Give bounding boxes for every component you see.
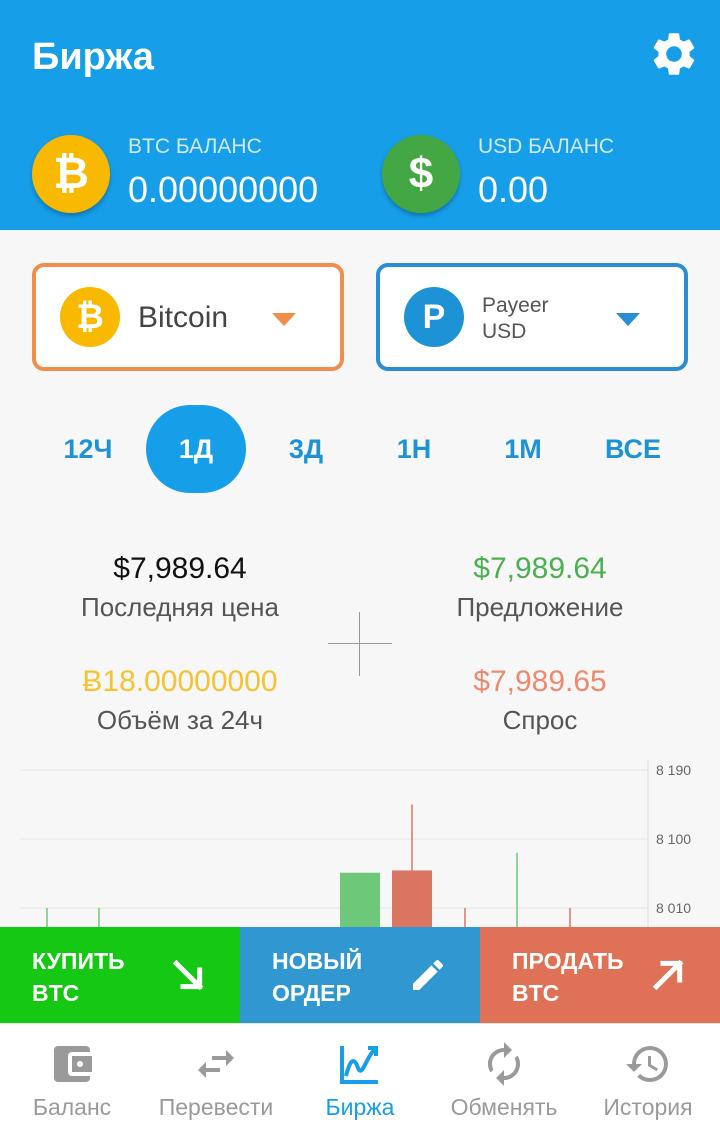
- exchange-icon: [488, 1042, 520, 1086]
- tab-12h[interactable]: 12Ч: [40, 405, 136, 493]
- dollar-icon: $: [382, 135, 460, 213]
- chart-grid: [20, 760, 649, 930]
- chart-y-tick-label: 8 010: [656, 900, 691, 916]
- candle-body: [392, 870, 432, 930]
- chart-y-tick-label: 8 100: [656, 831, 691, 847]
- nav-item-transfer[interactable]: Перевести: [144, 1024, 288, 1135]
- arrow-up-right-icon: [652, 959, 684, 991]
- bitcoin-icon: ₿: [32, 135, 110, 213]
- period-tabs: 12Ч 1Д 3Д 1Н 1М ВСЕ: [0, 405, 720, 497]
- quote-currency-code: USD: [482, 320, 527, 343]
- ask-value: $7,989.65: [473, 665, 607, 698]
- volume-label: Объём за 24ч: [96, 705, 264, 735]
- app-header: Биржа ₿ BTC БАЛАНС 0.00000000 $ USD БАЛА…: [0, 0, 720, 230]
- tab-3d[interactable]: 3Д: [258, 405, 354, 493]
- quote-currency-name: Payeer: [482, 294, 549, 317]
- payeer-icon: P: [404, 287, 464, 347]
- base-currency-label: Bitcoin: [138, 301, 229, 334]
- volume-stat: Ƀ18.00000000 Объём за 24ч: [0, 665, 360, 736]
- nav-label-transfer: Перевести: [158, 1094, 274, 1120]
- new-order-button[interactable]: НОВЫЙ ОРДЕР: [240, 927, 480, 1023]
- ask-stat: $7,989.65 Спрос: [360, 665, 720, 736]
- quote-currency-selector[interactable]: P Payeer USD: [376, 263, 688, 371]
- chart-candle: [340, 872, 380, 930]
- btc-balance-value: 0.00000000: [128, 169, 319, 210]
- tab-1w[interactable]: 1Н: [366, 405, 462, 493]
- arrow-down-right-icon: [172, 959, 204, 991]
- tab-1m[interactable]: 1М: [475, 405, 571, 493]
- chart-y-tick-label: 8 190: [656, 762, 691, 778]
- tab-1d[interactable]: 1Д: [146, 405, 246, 493]
- history-icon: [626, 1046, 668, 1082]
- bid-label: Предложение: [456, 592, 624, 622]
- usd-balance-value: 0.00: [478, 169, 549, 210]
- quote-currency-label: Payeer USD: [482, 293, 549, 345]
- sell-btc-button[interactable]: ПРОДАТЬ BTC: [480, 927, 720, 1023]
- buy-btc-button[interactable]: КУПИТЬ BTC: [0, 927, 240, 1023]
- chevron-down-icon: [616, 313, 640, 326]
- nav-item-history[interactable]: История: [576, 1024, 720, 1135]
- ask-label: Спрос: [502, 705, 578, 735]
- last-price-stat: $7,989.64 Последняя цена: [0, 552, 360, 623]
- btc-balance-label: BTC БАЛАНС: [128, 135, 262, 158]
- action-bar: КУПИТЬ BTC НОВЫЙ ОРДЕР ПРОДАТЬ BTC: [0, 927, 720, 1023]
- bitcoin-icon: ₿: [60, 287, 120, 347]
- bottom-navigation: Баланс Перевести Биржа Обменять История: [0, 1023, 720, 1135]
- crosshair-icon: [328, 643, 392, 644]
- chart-candle: [392, 804, 432, 930]
- chart-y-axis: 8 190 8 100 8 010: [656, 762, 691, 916]
- sell-btc-label: ПРОДАТЬ BTC: [512, 948, 624, 1006]
- nav-label-balance: Баланс: [32, 1094, 112, 1120]
- last-price-value: $7,989.64: [113, 552, 247, 585]
- nav-label-history: История: [603, 1094, 693, 1120]
- last-price-label: Последняя цена: [81, 592, 279, 622]
- usd-balance-label: USD БАЛАНС: [478, 135, 615, 158]
- nav-label-swap: Обменять: [450, 1094, 558, 1120]
- crosshair-icon: [359, 612, 360, 676]
- wallet-icon: [54, 1046, 92, 1082]
- new-order-label: НОВЫЙ ОРДЕР: [272, 948, 363, 1006]
- gear-icon[interactable]: [648, 28, 700, 80]
- bid-stat: $7,989.64 Предложение: [360, 552, 720, 623]
- candle-body: [340, 872, 380, 930]
- nav-item-swap[interactable]: Обменять: [432, 1024, 576, 1135]
- chart-icon: [340, 1046, 378, 1084]
- buy-btc-label: КУПИТЬ BTC: [32, 948, 125, 1006]
- tab-all[interactable]: ВСЕ: [585, 405, 681, 493]
- page-title: Биржа: [32, 36, 154, 78]
- nav-item-exchange[interactable]: Биржа: [288, 1024, 432, 1135]
- price-chart[interactable]: 8 190 8 100 8 010: [0, 760, 720, 930]
- nav-item-balance[interactable]: Баланс: [0, 1024, 144, 1135]
- pencil-icon: [413, 959, 444, 990]
- chart-candles: [46, 804, 571, 930]
- volume-value: Ƀ18.00000000: [82, 665, 278, 698]
- bid-value: $7,989.64: [473, 552, 607, 585]
- chevron-down-icon: [272, 313, 296, 326]
- nav-label-exchange: Биржа: [325, 1094, 395, 1120]
- base-currency-selector[interactable]: ₿ Bitcoin: [32, 263, 344, 371]
- transfer-icon: [198, 1050, 234, 1078]
